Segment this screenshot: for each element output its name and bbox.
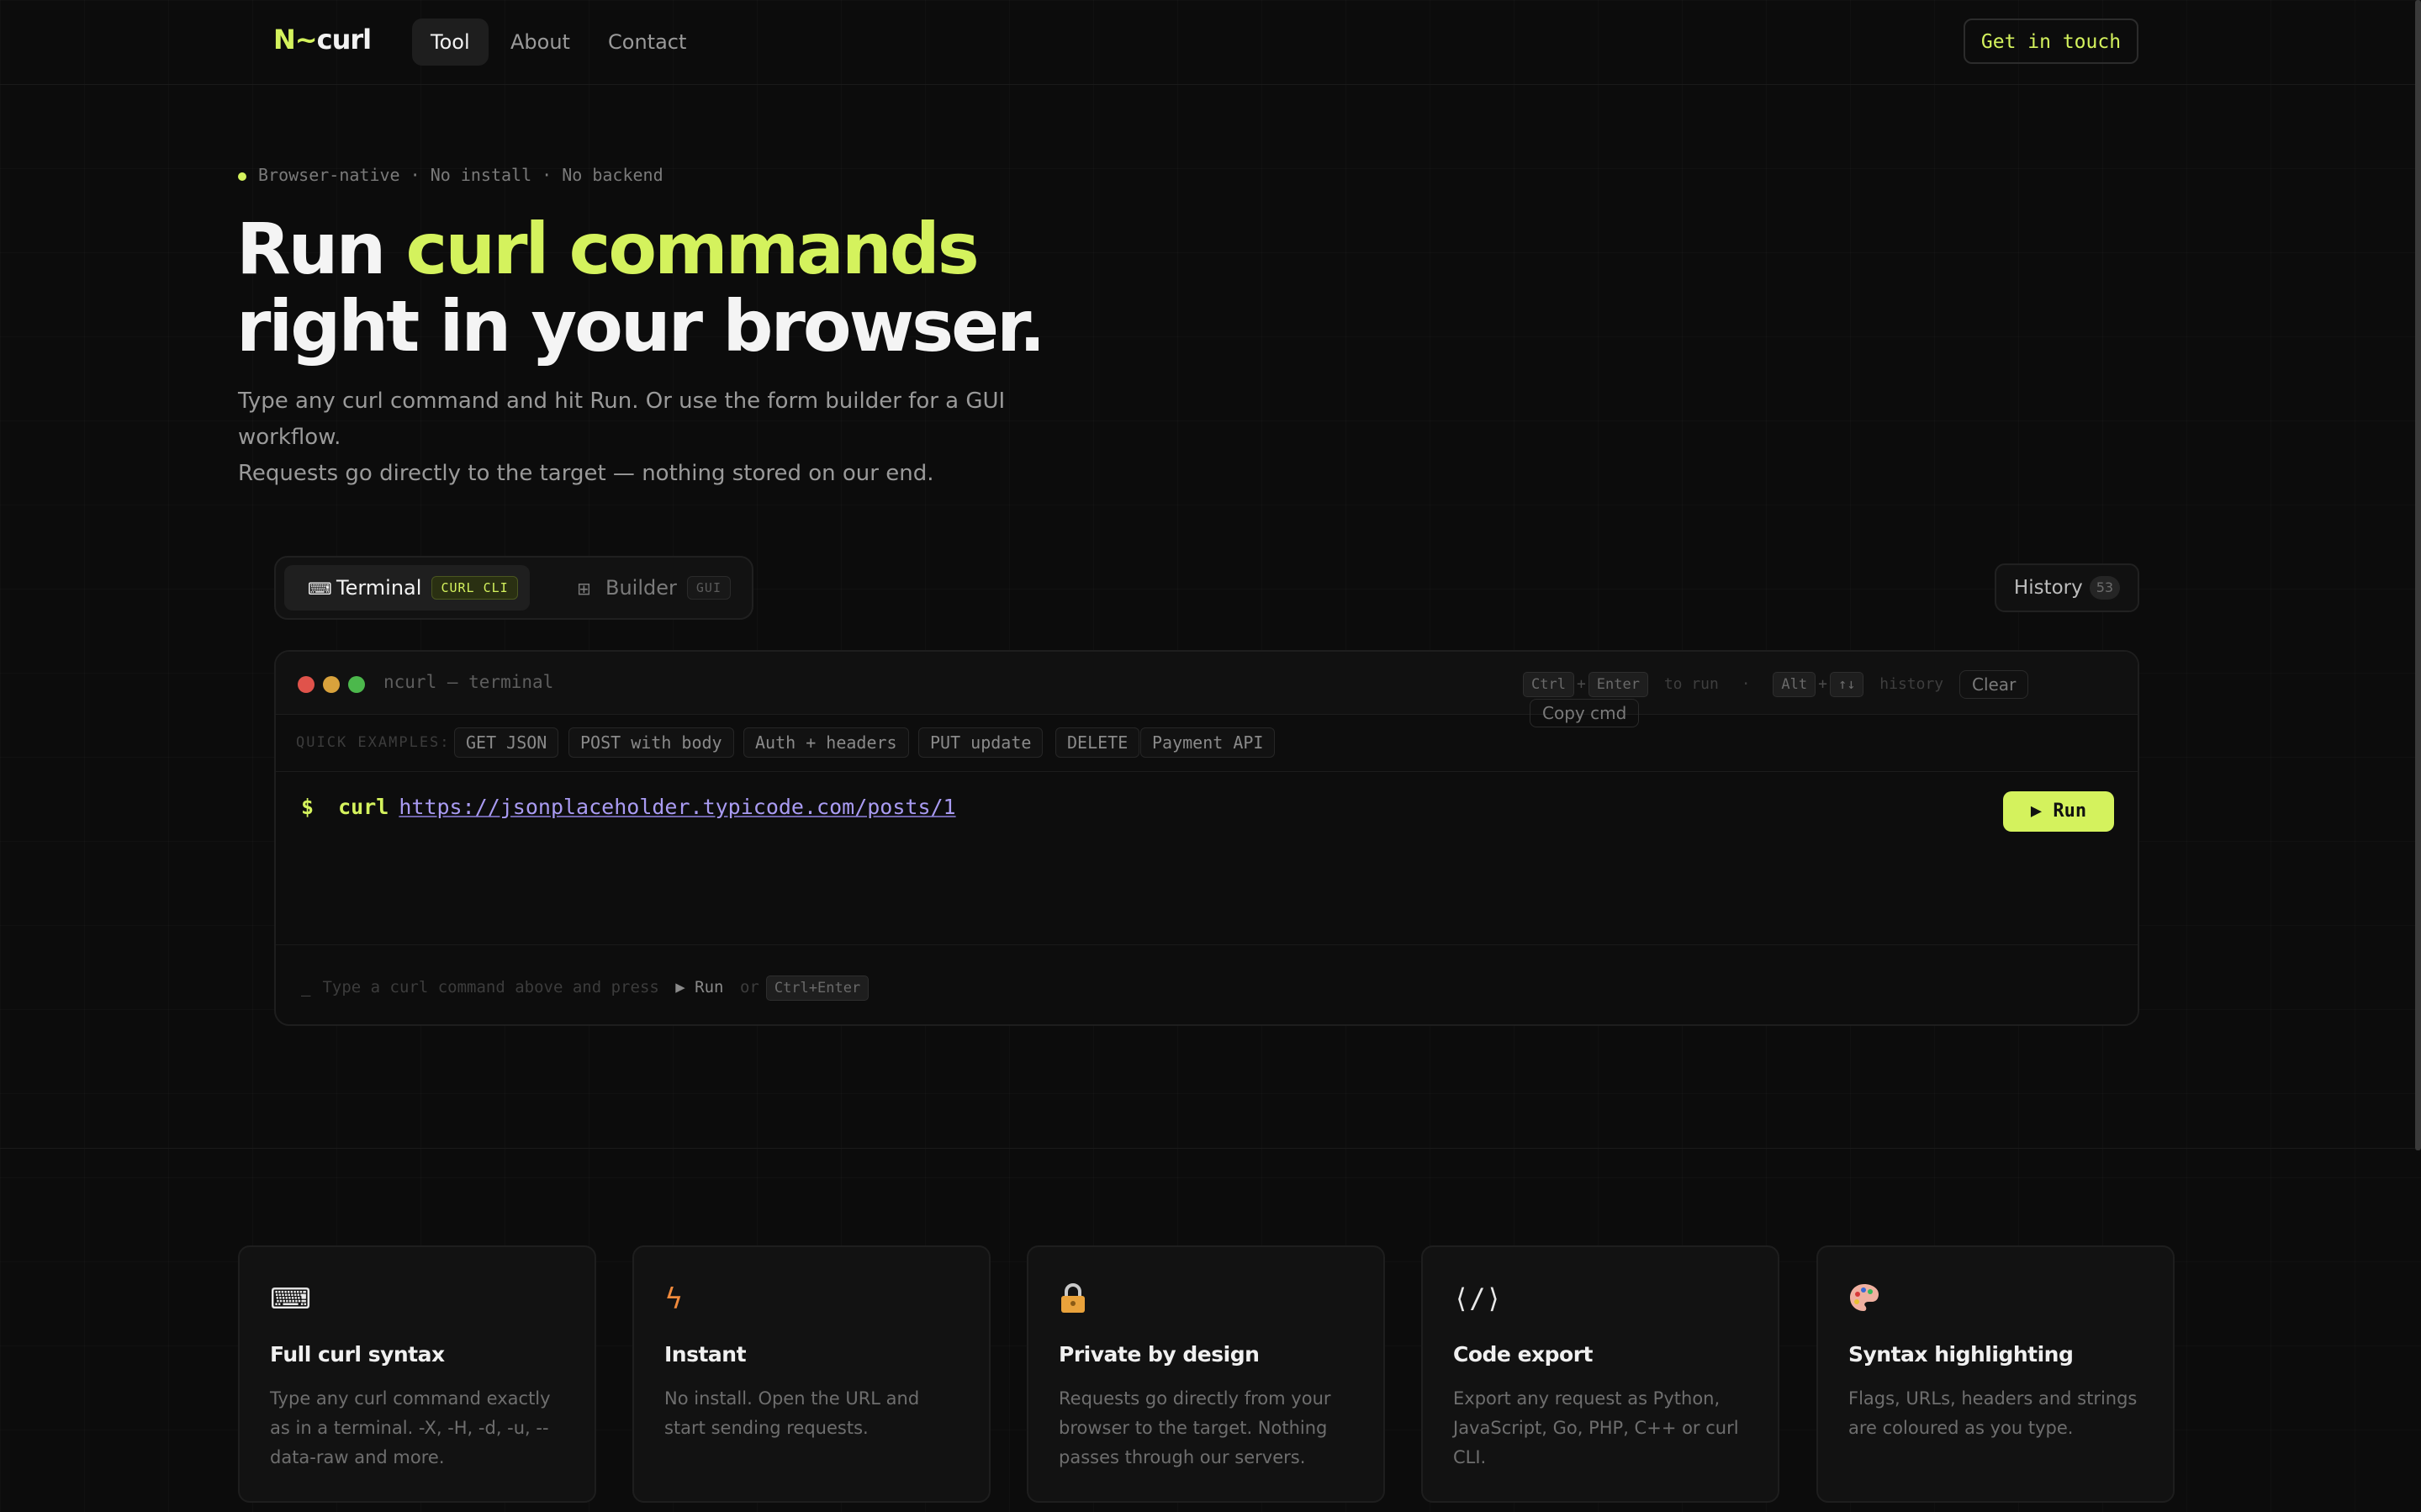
terminal-output: _ Type a curl command above and press ▶ R… (276, 944, 2138, 1024)
minimize-dot (323, 676, 340, 693)
run-button[interactable]: ▶ Run (2003, 791, 2114, 832)
top-nav: N~curl Tool About Contact Get in touch (0, 0, 2415, 85)
kbd-arrows: ↑↓ (1829, 672, 1864, 697)
tab-terminal[interactable]: ⌨ Terminal CURL CLI (284, 565, 530, 611)
nav-link-about[interactable]: About (492, 19, 589, 66)
section-divider (0, 1148, 2415, 1149)
logo-text: curl (316, 24, 372, 56)
palette-icon (1848, 1282, 1880, 1320)
terminal-title: ncurl — terminal (383, 672, 554, 692)
lightning-icon: ϟ (664, 1282, 684, 1316)
output-or: or (739, 978, 759, 997)
page-title: Run curl commands right in your browser. (236, 208, 1046, 367)
hero-lead: Type any curl command and hit Run. Or us… (238, 383, 1079, 492)
scrollbar[interactable] (2415, 0, 2421, 1150)
example-post-with-body[interactable]: POST with body (568, 727, 734, 758)
example-auth-headers[interactable]: Auth + headers (743, 727, 909, 758)
lead-line-1: Type any curl command and hit Run. Or us… (238, 389, 1006, 450)
code-icon: ⟨/⟩ (1453, 1282, 1502, 1314)
example-put-update[interactable]: PUT update (918, 727, 1044, 758)
example-payment-api[interactable]: Payment API (1140, 727, 1276, 758)
feature-card: ⌨ Full curl syntax Type any curl command… (238, 1245, 596, 1503)
feature-description: Export any request as Python, JavaScript… (1453, 1388, 1739, 1467)
feature-description: Flags, URLs, headers and strings are col… (1848, 1388, 2138, 1438)
history-label: History (2013, 577, 2083, 599)
tab-builder-badge: GUI (686, 576, 731, 600)
title-part-2: right in your browser. (236, 285, 1046, 367)
title-highlight: curl commands (405, 208, 980, 290)
kbd-ctrl: Ctrl (1523, 672, 1574, 697)
history-button[interactable]: History 53 (1995, 563, 2139, 612)
lock-icon (1059, 1282, 1087, 1322)
feature-description: Type any curl command exactly as in a te… (270, 1388, 551, 1467)
quick-examples-label: QUICK EXAMPLES: (296, 734, 451, 751)
kbd-alt: Alt (1773, 672, 1816, 697)
hint-history-text: history (1879, 675, 1944, 693)
keyboard-icon: ⌨ (308, 579, 332, 599)
lead-line-2: Requests go directly to the target — not… (238, 461, 934, 486)
hint-run-text: to run (1663, 675, 1719, 693)
tab-terminal-label: Terminal (336, 576, 422, 600)
quick-examples-bar: QUICK EXAMPLES: GET JSON POST with body … (276, 714, 2138, 772)
terminal-panel: ncurl — terminal Ctrl + Enter to run · Alt… (274, 650, 2139, 1026)
feature-card: ⟨/⟩ Code export Export any request as Py… (1421, 1245, 1779, 1503)
command-input[interactable]: $ curl https://jsonplaceholder.typicode.c… (301, 795, 956, 819)
example-get-json[interactable]: GET JSON (454, 727, 559, 758)
title-part-1: Run (236, 208, 406, 290)
feature-card: ϟ Instant No install. Open the URL and s… (632, 1245, 991, 1503)
status-dot (238, 172, 246, 181)
feature-title: Syntax highlighting (1848, 1342, 2074, 1367)
prompt-symbol: $ (301, 795, 315, 819)
clear-button[interactable]: Clear (1958, 670, 2029, 699)
hero-tagline-text: Browser-native · No install · No backend (258, 165, 663, 185)
logo[interactable]: N~curl (273, 24, 372, 56)
close-dot (298, 676, 315, 693)
feature-title: Full curl syntax (270, 1342, 445, 1367)
output-placeholder-text: Type a curl command above and press (322, 978, 659, 997)
feature-description: No install. Open the URL and start sendi… (664, 1388, 920, 1438)
nav-link-tool[interactable]: Tool (412, 19, 489, 66)
hint-separator: · (1741, 675, 1751, 693)
tab-builder-label: Builder (605, 576, 677, 600)
maximize-dot (348, 676, 365, 693)
history-count: 53 (2089, 576, 2121, 600)
example-delete[interactable]: DELETE (1055, 727, 1140, 758)
keyboard-icon: ⌨ (270, 1282, 312, 1316)
terminal-titlebar: ncurl — terminal Ctrl + Enter to run · Alt… (276, 652, 2138, 727)
command-url: https://jsonplaceholder.typicode.com/pos… (399, 795, 956, 819)
feature-title: Code export (1453, 1342, 1594, 1367)
grid-icon: ⊞ (577, 579, 591, 599)
feature-description: Requests go directly from your browser t… (1059, 1388, 1331, 1467)
output-run-label: ▶ Run (675, 978, 724, 997)
output-placeholder: _ Type a curl command above and press ▶ R… (301, 975, 870, 1001)
feature-title: Private by design (1059, 1342, 1260, 1367)
kbd-enter: Enter (1588, 672, 1648, 697)
logo-mark: N~ (273, 24, 318, 56)
feature-card: Private by design Requests go directly f… (1027, 1245, 1385, 1503)
feature-title: Instant (664, 1342, 747, 1367)
get-in-touch-button[interactable]: Get in touch (1964, 19, 2138, 64)
hero-tagline: Browser-native · No install · No backend (238, 165, 663, 185)
mode-tabs: ⌨ Terminal CURL CLI ⊞ Builder GUI (274, 556, 753, 620)
command-keyword: curl (338, 795, 389, 819)
feature-card: Syntax highlighting Flags, URLs, headers… (1816, 1245, 2175, 1503)
nav-link-contact[interactable]: Contact (589, 19, 705, 66)
tab-builder[interactable]: ⊞ Builder GUI (553, 565, 743, 611)
tab-terminal-badge: CURL CLI (431, 576, 518, 600)
cursor: _ (301, 978, 311, 997)
kbd-ctrl-enter: Ctrl+Enter (765, 975, 870, 1001)
